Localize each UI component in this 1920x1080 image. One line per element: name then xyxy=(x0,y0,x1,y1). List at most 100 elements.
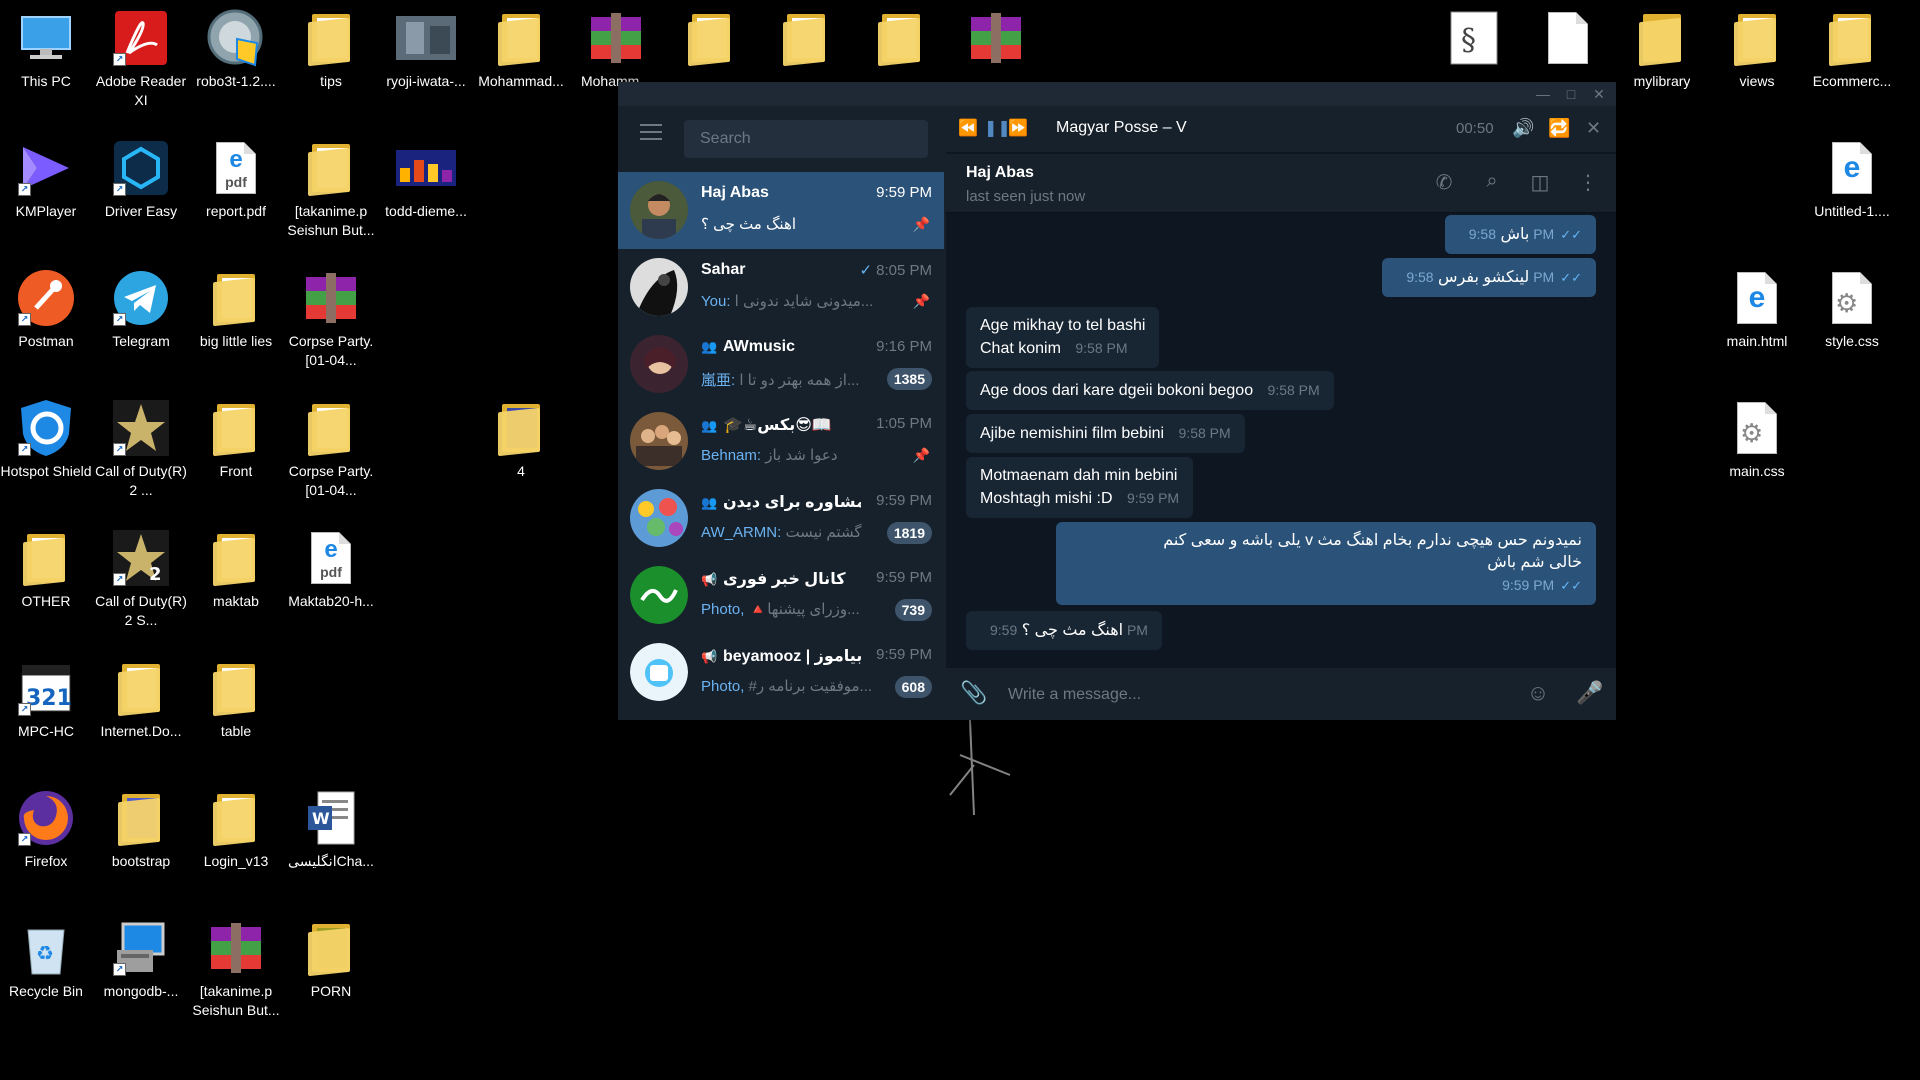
message-incoming[interactable]: Ajibe nemishini film bebini 9:58 PM xyxy=(966,414,1245,453)
desktop-icon-winrar-hidden[interactable] xyxy=(950,8,1042,68)
desktop-icon-front[interactable]: Front xyxy=(190,398,282,481)
message-time: 9:59 PM xyxy=(1502,577,1555,593)
maximize-button[interactable]: □ xyxy=(1560,84,1582,104)
desktop-icon-recycle-bin[interactable]: ♻ Recycle Bin xyxy=(0,918,92,1001)
desktop-icon-main-css[interactable]: ⚙ main.css xyxy=(1711,398,1803,481)
desktop-icon-tips[interactable]: tips xyxy=(285,8,377,91)
desktop-icon-bootstrap[interactable]: bootstrap xyxy=(95,788,187,871)
attach-paperclip-icon[interactable]: 📎 xyxy=(960,680,988,706)
read-check-icon: ✓✓ xyxy=(1560,578,1582,593)
desktop-icon-english-word[interactable]: W انگلیسیCha... xyxy=(285,788,377,871)
desktop-icon-firefox[interactable]: ↗ Firefox xyxy=(0,788,92,871)
desktop-icon-call-of-duty-2[interactable]: ↗ Call of Duty(R) 2 ... xyxy=(95,398,187,500)
chat-item-haj-abas[interactable]: Haj Abas 9:59 PM اهنگ مث چی ؟ 📌 xyxy=(618,172,944,249)
message-incoming[interactable]: اهنگ مث چی ؟ 9:59 PM xyxy=(966,611,1162,650)
chat-item-sahar[interactable]: Sahar ✓ 8:05 PM You: میدونی شاید ندونی ا.… xyxy=(618,249,944,326)
chat-item-awmusic[interactable]: 👥 AWmusic 9:16 PM 嵐亜: از همه بهتر دو تا ا… xyxy=(618,326,944,403)
message-outgoing[interactable]: باش 9:58 PM ✓✓ xyxy=(1444,215,1596,254)
desktop-icon-maktab20[interactable]: e pdf Maktab20-h... xyxy=(285,528,377,611)
desktop-icon-kmplayer[interactable]: ↗ KMPlayer xyxy=(0,138,92,221)
desktop-icon-folder-hidden-3[interactable] xyxy=(855,8,947,68)
microphone-icon[interactable]: 🎤 xyxy=(1576,680,1604,706)
desktop-icon-mongodb[interactable]: ↗ mongodb-... xyxy=(95,918,187,1001)
desktop-icon-file-hidden[interactable] xyxy=(1522,8,1614,68)
message-text: باش xyxy=(1500,226,1530,243)
desktop-icon-folder-hidden-1[interactable] xyxy=(665,8,757,68)
desktop-icon-hotspot-shield[interactable]: ↗ Hotspot Shield xyxy=(0,398,92,481)
desktop-icon-report-pdf[interactable]: e pdf report.pdf xyxy=(190,138,282,221)
desktop-icon-login-v13[interactable]: Login_v13 xyxy=(190,788,282,871)
desktop-icon-mpc-hc[interactable]: 321 ↗ MPC-HC xyxy=(0,658,92,741)
desktop-icon-ecommerce[interactable]: Ecommerc... xyxy=(1806,8,1898,91)
close-window-button[interactable]: ✕ xyxy=(1588,84,1610,104)
phone-icon[interactable]: ✆ xyxy=(1432,170,1456,195)
svg-text:321: 321 xyxy=(26,686,72,711)
message-outgoing[interactable]: لینکشو بفرس 9:58 PM ✓✓ xyxy=(1382,258,1596,297)
desktop-icon-label: Corpse Party.[01-04... xyxy=(288,333,374,368)
desktop-icon-mohammad-1[interactable]: Mohammad... xyxy=(475,8,567,91)
chat-item-beyamooz[interactable]: 📢 beyamooz | بیاموز 9:59 PM Photo, #موفقی… xyxy=(618,634,944,711)
previous-track-icon[interactable]: ⏪ xyxy=(958,118,978,138)
next-track-icon[interactable]: ⏩ xyxy=(1008,118,1028,138)
desktop-icon-mohammad-2[interactable]: Mohamm... xyxy=(570,8,662,91)
chat-name-text: AWmusic xyxy=(723,338,796,355)
chat-header[interactable]: Haj Abas last seen just now ✆ ⌕ ◫ ⋮ xyxy=(946,154,1616,213)
message-outgoing[interactable]: نمیدونم حس هیچی ندارم بخام اهنگ مث v یلی… xyxy=(1056,522,1596,605)
repeat-icon[interactable]: 🔁 xyxy=(1548,118,1570,139)
desktop-icon-untitled[interactable]: e Untitled-1.... xyxy=(1806,138,1898,221)
chat-item-moshavere[interactable]: 👥 مشاوره برای دیدن... 9:59 PM AW_ARMN: گش… xyxy=(618,480,944,557)
desktop-icon-postman[interactable]: ↗ Postman xyxy=(0,268,92,351)
desktop-icon-label: robo3t-1.2.... xyxy=(196,73,276,89)
desktop-icon-label: Front xyxy=(219,463,253,479)
hamburger-menu-icon[interactable] xyxy=(640,124,662,142)
desktop-icon-big-little-lies[interactable]: big little lies xyxy=(190,268,282,351)
svg-text:2: 2 xyxy=(149,564,162,585)
sidebar-toggle-icon[interactable]: ◫ xyxy=(1528,170,1552,195)
desktop-icon-adobe-reader[interactable]: ↗ Adobe Reader XI xyxy=(95,8,187,110)
desktop-icon-this-pc[interactable]: This PC xyxy=(0,8,92,91)
desktop-icon-script-hidden[interactable]: § xyxy=(1428,8,1520,68)
desktop-icon-label: mongodb-... xyxy=(103,983,179,999)
minimize-button[interactable]: — xyxy=(1532,84,1554,104)
desktop-icon-internet-download[interactable]: Internet.Do... xyxy=(95,658,187,741)
chat-title[interactable]: Haj Abas xyxy=(966,164,1034,182)
more-menu-icon[interactable]: ⋮ xyxy=(1576,170,1600,195)
message-input[interactable] xyxy=(1006,678,1510,712)
desktop-icon-4[interactable]: 4 xyxy=(475,398,567,481)
desktop-icon-other[interactable]: OTHER xyxy=(0,528,92,611)
desktop-icon-telegram[interactable]: ↗ Telegram xyxy=(95,268,187,351)
desktop-icon-corpse-party-1[interactable]: Corpse Party.[01-04... xyxy=(285,268,377,370)
desktop-icon-todd-diemer[interactable]: todd-dieme... xyxy=(380,138,472,221)
desktop-icon-porn[interactable]: PORN xyxy=(285,918,377,1001)
desktop-icon-ryoji-iwata[interactable]: ryoji-iwata-... xyxy=(380,8,472,91)
desktop-icon-maktab[interactable]: maktab xyxy=(190,528,282,611)
desktop-icon-call-of-duty-2-sp[interactable]: 2 ↗ Call of Duty(R) 2 S... xyxy=(95,528,187,630)
chat-item-group-behnam[interactable]: 👥 🎓☕بکس😎📖 1:05 PM Behnam: دعوا شد باز 📌 xyxy=(618,403,944,480)
folder-icon xyxy=(301,918,361,978)
chat-item-khabar-fori[interactable]: 📢 کانال خبر فوری 9:59 PM Photo, 🔺وزرای پی… xyxy=(618,557,944,634)
desktop-icon-label: 4 xyxy=(517,463,525,479)
desktop-icon-style-css[interactable]: ⚙ style.css xyxy=(1806,268,1898,351)
close-player-icon[interactable]: ✕ xyxy=(1586,118,1601,139)
desktop-icon-mylibrary[interactable]: mylibrary xyxy=(1616,8,1708,91)
desktop-icon-views[interactable]: views xyxy=(1711,8,1803,91)
window-titlebar[interactable]: — □ ✕ xyxy=(618,82,1616,106)
message-incoming[interactable]: Motmaenam dah min bebini Moshtagh mishi … xyxy=(966,457,1194,518)
search-input[interactable] xyxy=(684,120,928,158)
emoji-icon[interactable]: ☺ xyxy=(1524,680,1552,706)
desktop-icon-driver-easy[interactable]: ↗ Driver Easy xyxy=(95,138,187,221)
desktop-icon-takanime-folder[interactable]: [takanime.p Seishun But... xyxy=(285,138,377,240)
desktop-icon-robo3t[interactable]: robo3t-1.2.... xyxy=(190,8,282,91)
desktop-icon-folder-hidden-2[interactable] xyxy=(760,8,852,68)
pause-icon[interactable]: ❚❚ xyxy=(984,118,1011,138)
track-title[interactable]: Magyar Posse – V xyxy=(1056,119,1187,137)
desktop-icon-corpse-party-2[interactable]: Corpse Party.[01-04... xyxy=(285,398,377,500)
search-icon[interactable]: ⌕ xyxy=(1480,170,1504,193)
message-incoming[interactable]: Age mikhay to tel bashi Chat konim 9:58 … xyxy=(966,307,1160,368)
message-incoming[interactable]: Age doos dari kare dgeii bokoni begoo 9:… xyxy=(966,371,1334,410)
desktop-icon-main-html[interactable]: e main.html xyxy=(1711,268,1803,351)
megaphone-icon: 📢 xyxy=(701,649,718,664)
desktop-icon-table[interactable]: table xyxy=(190,658,282,741)
volume-icon[interactable]: 🔊 xyxy=(1512,118,1534,139)
desktop-icon-takanime-archive[interactable]: [takanime.p Seishun But... xyxy=(190,918,282,1020)
